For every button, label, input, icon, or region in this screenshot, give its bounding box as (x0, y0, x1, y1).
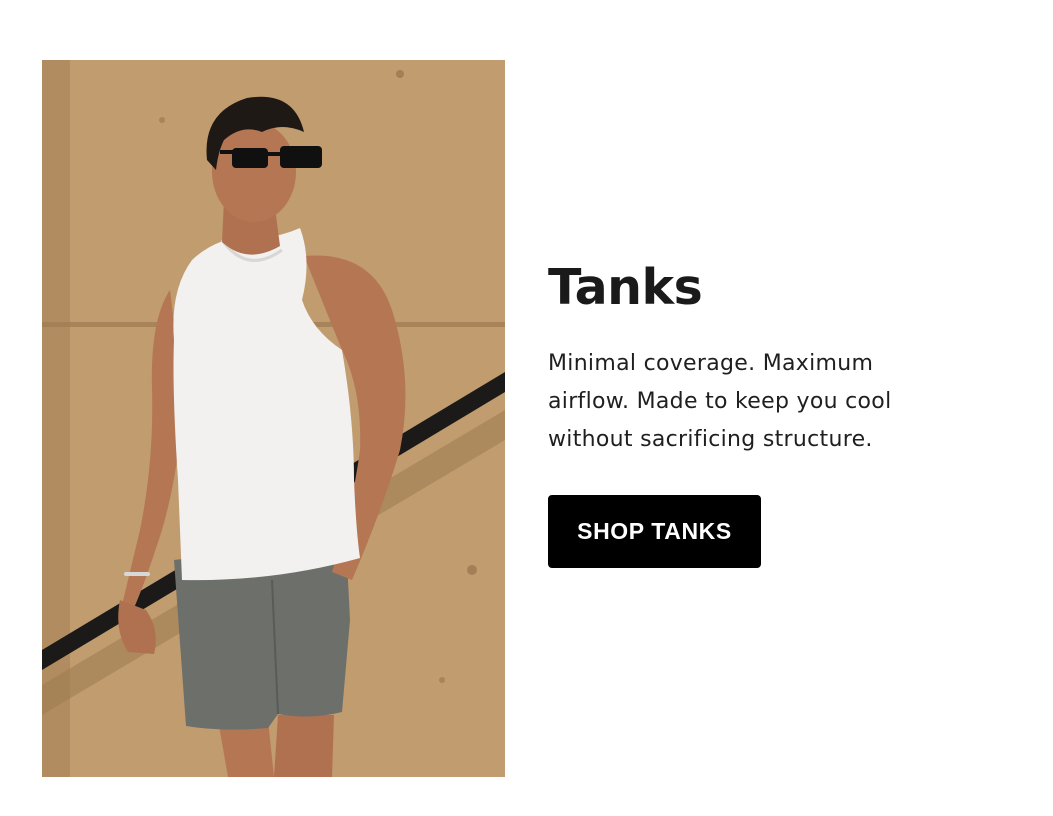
promo-copy: Tanks Minimal coverage. Maximum airflow.… (548, 252, 988, 568)
wall-left-edge (42, 60, 70, 777)
model-photo (42, 60, 505, 777)
shop-tanks-button[interactable]: SHOP TANKS (548, 495, 761, 568)
section-description: Minimal coverage. Maximum airflow. Made … (548, 351, 892, 452)
hero-image (42, 60, 505, 777)
section-title: Tanks (548, 259, 703, 316)
promo-section: Tanks Minimal coverage. Maximum airflow.… (0, 0, 1053, 816)
